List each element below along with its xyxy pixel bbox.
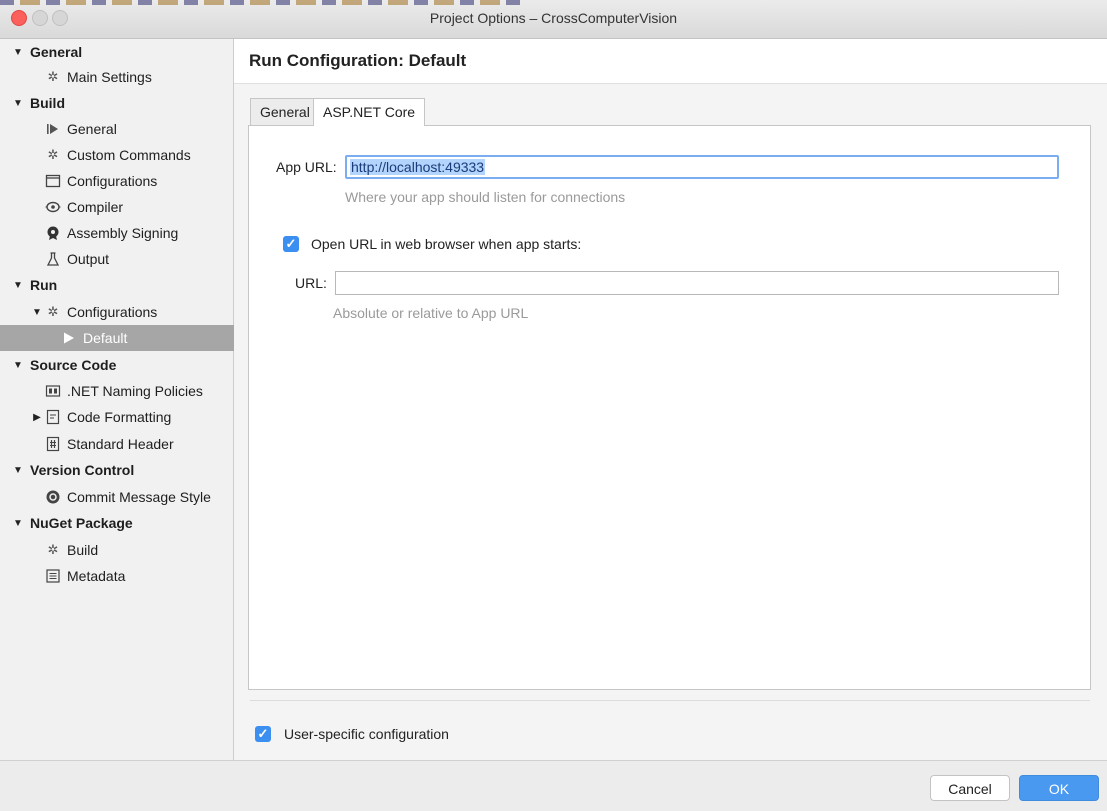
naming-icon: [45, 383, 61, 399]
sidebar: ▼ General ✲ Main Settings ▼ Build Genera…: [0, 39, 294, 760]
disclosure-triangle-icon[interactable]: ▼: [12, 518, 24, 529]
ok-button[interactable]: OK: [1019, 775, 1099, 801]
sidebar-item-label: Assembly Signing: [67, 225, 179, 241]
disclosure-triangle-icon[interactable]: ▼: [12, 280, 24, 291]
sidebar-item-label: Standard Header: [67, 436, 174, 452]
window-icon: [45, 173, 61, 189]
disclosure-triangle-icon[interactable]: ▼: [12, 47, 24, 58]
sidebar-item-label: Build: [30, 95, 65, 111]
app-url-hint: Where your app should listen for connect…: [345, 189, 626, 205]
sidebar-item-label: General: [67, 121, 117, 137]
sidebar-item-code-formatting[interactable]: ▶ Code Formatting: [0, 404, 264, 430]
sidebar-category-version-control[interactable]: ▼ Version Control: [0, 457, 245, 483]
open-url-checkbox[interactable]: ✓: [283, 236, 299, 252]
tab-asp-net-core[interactable]: ASP.NET Core: [313, 98, 426, 126]
sidebar-category-run[interactable]: ▼ Run: [0, 272, 245, 298]
asp-net-core-tab-panel: App URL: http://localhost:49333 Where yo…: [248, 125, 1091, 690]
sidebar-category-general[interactable]: ▼ General: [0, 39, 245, 65]
sidebar-item-label: Commit Message Style: [67, 489, 211, 505]
sidebar-item-label: Configurations: [67, 304, 158, 320]
background-window-strip: [0, 0, 520, 5]
sidebar-item-label: Configurations: [67, 173, 158, 189]
gear-icon: ✲: [47, 542, 59, 557]
sidebar-item-label: Compiler: [67, 199, 124, 215]
gear-icon: ✲: [47, 304, 59, 319]
app-url-input[interactable]: http://localhost:49333: [345, 155, 1059, 179]
compiler-icon: [45, 199, 61, 215]
list-icon: [45, 568, 61, 584]
user-specific-label: User-specific configuration: [284, 726, 449, 742]
sidebar-item-label: Build: [67, 542, 99, 558]
disclosure-triangle-icon[interactable]: ▼: [12, 98, 24, 109]
window-title: Project Options – CrossComputerVision: [429, 10, 678, 26]
sidebar-item-label: Output: [67, 251, 110, 267]
sidebar-item-label: Default: [83, 330, 128, 346]
sidebar-item-label: Run: [30, 277, 58, 293]
sidebar-item-label: .NET Naming Policies: [67, 383, 203, 399]
url-hint: Absolute or relative to App URL: [333, 305, 529, 321]
sidebar-item-label: Custom Commands: [67, 147, 191, 163]
app-url-value: http://localhost:49333: [350, 159, 486, 175]
seal-icon: [45, 225, 61, 241]
gear-icon: ✲: [47, 147, 59, 162]
flask-icon: [45, 251, 61, 267]
sidebar-item-label: Metadata: [67, 568, 126, 584]
page-title: Run Configuration: Default: [249, 51, 467, 70]
divider: [250, 700, 1090, 701]
play-bar-icon: [45, 121, 61, 137]
play-icon: [61, 330, 77, 346]
sidebar-item-run-configurations[interactable]: ▼ ✲ Configurations: [0, 299, 264, 325]
sidebar-category-build[interactable]: ▼ Build: [0, 90, 245, 116]
open-url-label: Open URL in web browser when app starts:: [311, 236, 582, 252]
sidebar-item-label: NuGet Package: [30, 515, 133, 531]
url-label: URL:: [295, 275, 327, 291]
title-bar: Project Options – CrossComputerVision: [0, 0, 1107, 39]
disclosure-triangle-icon[interactable]: ▼: [12, 465, 24, 476]
main-panel: Run Configuration: Default General ASP.N…: [234, 39, 1107, 760]
url-input[interactable]: [335, 271, 1059, 295]
header-icon: [45, 436, 61, 452]
commit-icon: [45, 489, 61, 505]
page-header: Run Configuration: Default: [234, 39, 1107, 84]
disclosure-triangle-icon[interactable]: ▼: [31, 307, 43, 318]
sidebar-item-label: Version Control: [30, 462, 135, 478]
app-url-label: App URL:: [276, 159, 337, 175]
dialog-footer: Cancel OK: [0, 760, 1107, 811]
project-options-window: Project Options – CrossComputerVision ▼ …: [0, 0, 1107, 811]
sidebar-item-label: Source Code: [30, 357, 117, 373]
cancel-button[interactable]: Cancel: [930, 775, 1010, 801]
document-icon: [45, 409, 61, 425]
sidebar-item-label: Code Formatting: [67, 409, 172, 425]
sidebar-category-source-code[interactable]: ▼ Source Code: [0, 352, 245, 378]
sidebar-category-nuget-package[interactable]: ▼ NuGet Package: [0, 510, 245, 536]
disclosure-triangle-icon[interactable]: ▶: [31, 412, 43, 423]
gear-icon: ✲: [47, 69, 59, 84]
disclosure-triangle-icon[interactable]: ▼: [12, 360, 24, 371]
tab-general[interactable]: General: [250, 98, 320, 125]
sidebar-item-label: General: [30, 44, 83, 60]
user-specific-checkbox[interactable]: ✓: [255, 726, 271, 742]
sidebar-item-label: Main Settings: [67, 69, 152, 85]
